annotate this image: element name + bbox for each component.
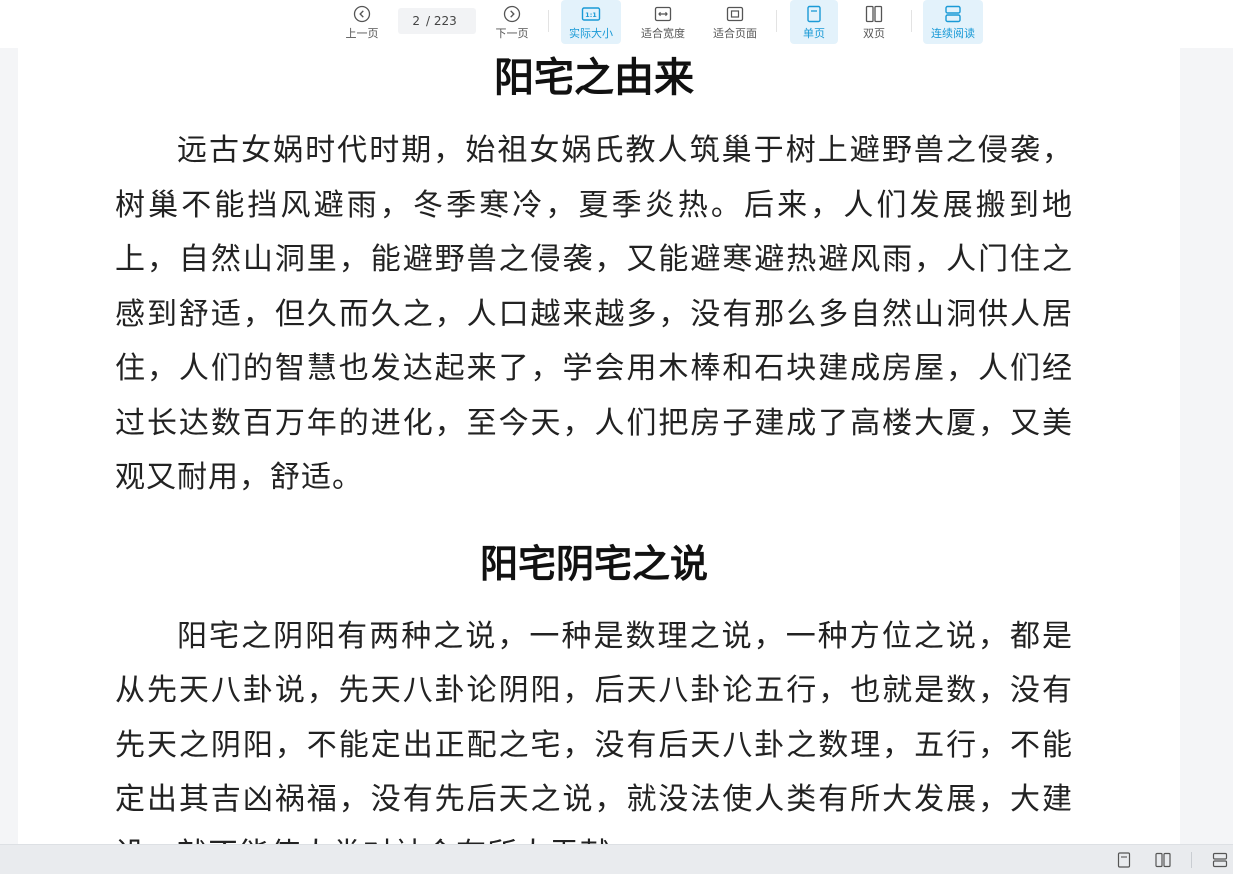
chevron-left-circle-icon [352, 4, 372, 24]
bottom-status-bar [0, 844, 1233, 874]
single-page-button[interactable]: 单页 [790, 0, 838, 44]
actual-size-icon: 1:1 [581, 4, 601, 24]
toolbar-divider [776, 10, 777, 32]
fit-page-icon [725, 4, 745, 24]
actual-size-button[interactable]: 1:1 实际大小 [561, 0, 621, 44]
next-page-button[interactable]: 下一页 [490, 0, 534, 44]
continuous-reading-button[interactable]: 连续阅读 [923, 0, 983, 44]
fit-width-button[interactable]: 适合宽度 [635, 0, 691, 44]
continuous-reading-icon [943, 4, 963, 24]
page-total: / 223 [426, 14, 457, 28]
double-page-label: 双页 [863, 27, 885, 40]
double-page-button[interactable]: 双页 [850, 0, 898, 44]
single-page-view-icon[interactable] [1114, 850, 1134, 870]
next-page-label: 下一页 [495, 27, 529, 40]
page-indicator: / 223 [398, 8, 476, 34]
single-page-icon [804, 4, 824, 24]
toolbar-divider [911, 10, 912, 32]
svg-text:1:1: 1:1 [585, 11, 597, 19]
heading-origin-of-yang-house: 阳宅之由来 [494, 54, 694, 101]
double-page-icon [864, 4, 884, 24]
toolbar: 上一页 / 223 下一页 1:1 实际大小 适合宽度 [0, 0, 1233, 48]
heading-yin-yang-house: 阳宅阴宅之说 [479, 540, 708, 586]
fit-width-label: 适合宽度 [641, 27, 685, 40]
fit-page-button[interactable]: 适合页面 [707, 0, 763, 44]
fit-page-label: 适合页面 [713, 27, 757, 40]
toolbar-divider [548, 10, 549, 32]
bottom-divider [1191, 852, 1192, 868]
fit-width-icon [653, 4, 673, 24]
chevron-right-circle-icon [502, 4, 522, 24]
document-content: 阳宅之由来 远古女娲时代时期，始祖女娲氏教人筑巢于树上避野兽之侵袭，树巢不能挡风… [115, 48, 1073, 844]
double-page-view-icon[interactable] [1153, 850, 1173, 870]
page-number-input[interactable] [398, 14, 420, 28]
continuous-view-icon[interactable] [1210, 850, 1230, 870]
paragraph-1: 远古女娲时代时期，始祖女娲氏教人筑巢于树上避野兽之侵袭，树巢不能挡风避雨，冬季寒… [115, 133, 1073, 495]
paragraph-2: 阳宅之阴阳有两种之说，一种是数理之说，一种方位之说，都是从先天八卦说，先天八卦论… [115, 618, 1073, 845]
continuous-reading-label: 连续阅读 [931, 27, 975, 40]
single-page-label: 单页 [803, 27, 825, 40]
prev-page-button[interactable]: 上一页 [340, 0, 384, 44]
actual-size-label: 实际大小 [569, 27, 613, 40]
document-page: 阳宅之由来 远古女娲时代时期，始祖女娲氏教人筑巢于树上避野兽之侵袭，树巢不能挡风… [18, 48, 1180, 844]
prev-page-label: 上一页 [345, 27, 379, 40]
